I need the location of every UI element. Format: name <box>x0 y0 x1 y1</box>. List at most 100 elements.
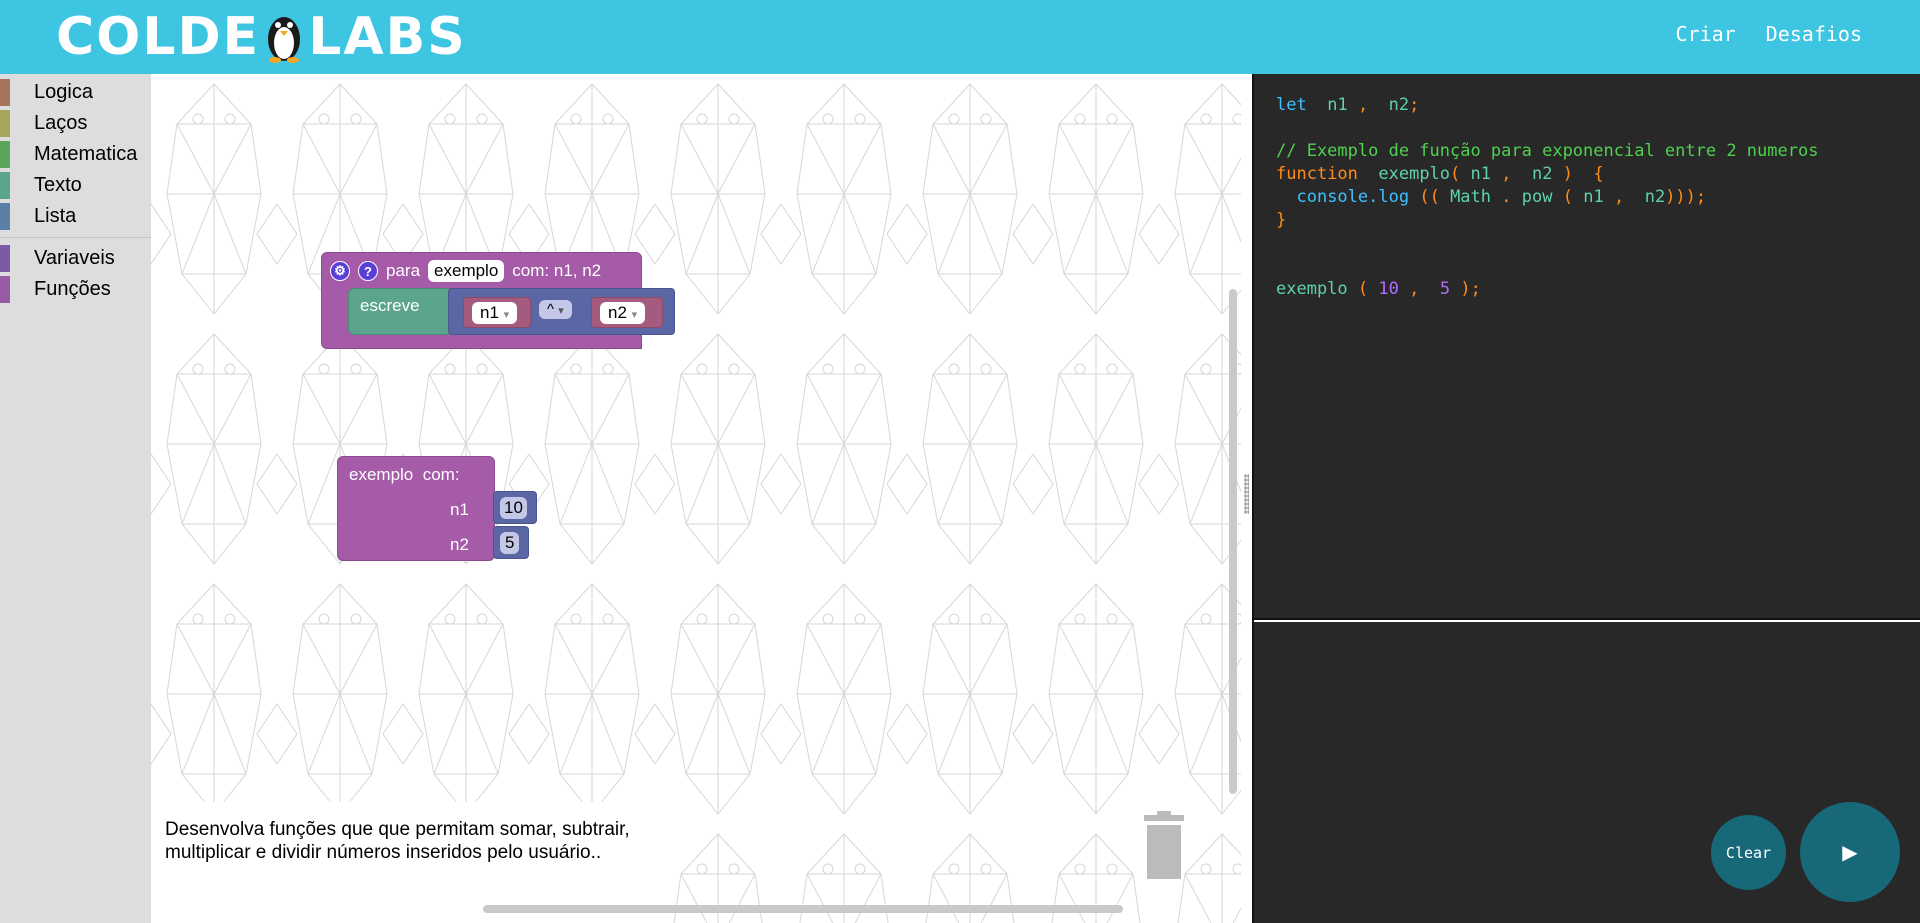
code-token: } <box>1276 210 1287 230</box>
code-token: exemplo <box>1276 279 1348 299</box>
code-token: n1 <box>1470 164 1492 184</box>
code-token: ); <box>1460 279 1481 299</box>
code-token: , <box>1501 164 1512 184</box>
code-token: , <box>1409 279 1420 299</box>
code-token: 10 <box>1378 279 1399 299</box>
category-texto[interactable]: Texto <box>0 170 151 201</box>
category-label: Variaveis <box>34 247 115 269</box>
print-block[interactable]: escreve <box>348 288 453 335</box>
code-token: exemplo <box>1378 164 1451 184</box>
function-definition-block[interactable]: ⚙ ? para exemplo com: n1, n2 escreve n1 … <box>321 252 675 349</box>
number-block-10[interactable]: 10 <box>493 491 537 524</box>
code-token: Math <box>1450 187 1492 207</box>
category-lista[interactable]: Lista <box>0 201 151 232</box>
clear-button[interactable]: Clear <box>1711 815 1786 890</box>
run-button[interactable]: ▶ <box>1800 802 1900 902</box>
var-n1-dropdown[interactable]: n1 ▾ <box>472 302 518 324</box>
print-label: escreve <box>360 296 420 315</box>
category-color <box>0 172 10 199</box>
code-token: n1 <box>1327 95 1348 115</box>
blockly-workspace[interactable]: ⚙ ? para exemplo com: n1, n2 escreve n1 … <box>151 74 1241 923</box>
category-label: Texto <box>34 174 82 196</box>
code-comment: // Exemplo de função para exponencial en… <box>1276 141 1819 161</box>
code-token: 5 <box>1439 279 1451 299</box>
category-matematica[interactable]: Matematica <box>0 139 151 170</box>
top-bar: COLDE LABS Criar Desafios <box>0 0 1920 74</box>
number-field-5[interactable]: 5 <box>500 532 520 554</box>
chevron-down-icon: ▾ <box>503 309 510 321</box>
operator-dropdown[interactable]: ^ ▾ <box>539 300 572 319</box>
code-token: console.log <box>1296 187 1410 207</box>
category-color <box>0 245 10 272</box>
grip-handle[interactable] <box>1244 474 1249 514</box>
code-token: let <box>1276 95 1307 115</box>
code-token: ; <box>1409 95 1420 115</box>
logo[interactable]: COLDE LABS <box>56 8 467 66</box>
call-title: exemplo com: <box>349 465 460 484</box>
code-token: , <box>1357 95 1369 115</box>
logo-text-right: LABS <box>308 7 467 67</box>
code-token: function <box>1276 164 1358 184</box>
help-icon[interactable]: ? <box>358 261 378 281</box>
category-color <box>0 276 10 303</box>
play-icon: ▶ <box>1842 841 1858 864</box>
function-name-field[interactable]: exemplo <box>428 260 505 282</box>
operator-label: ^ <box>547 301 555 318</box>
code-token: n1 <box>1583 187 1604 207</box>
code-token: (( <box>1419 187 1440 207</box>
gear-icon[interactable]: ⚙ <box>330 261 350 281</box>
arg-n2-label: n2 <box>450 535 469 554</box>
category-label: Matematica <box>34 143 138 165</box>
function-call-block[interactable]: exemplo com: n1 n2 <box>337 456 495 561</box>
code-editor[interactable]: let n1 , n2; // Exemplo de função para e… <box>1254 74 1920 618</box>
category-label: Lista <box>34 205 77 227</box>
var-n2-dropdown[interactable]: n2 ▾ <box>600 302 646 324</box>
code-token: ( <box>1450 164 1461 184</box>
vertical-scrollbar[interactable] <box>1229 289 1237 794</box>
number-field-10[interactable]: 10 <box>500 497 527 519</box>
code-token: ))); <box>1665 187 1707 207</box>
code-token: . <box>1501 187 1512 207</box>
horizontal-scrollbar[interactable] <box>483 905 1123 913</box>
panel-splitter[interactable] <box>1241 74 1252 923</box>
category-color <box>0 110 10 137</box>
chevron-down-icon: ▾ <box>631 309 638 321</box>
penguin-pattern-background <box>151 74 1241 923</box>
code-token: pow <box>1521 187 1553 207</box>
variable-block-n1[interactable]: n1 ▾ <box>463 297 531 328</box>
code-token: n2 <box>1388 95 1410 115</box>
category-lacos[interactable]: Laços <box>0 108 151 139</box>
function-params-label: com: n1, n2 <box>512 261 602 280</box>
category-label: Logica <box>34 81 93 103</box>
number-block-5[interactable]: 5 <box>493 526 529 559</box>
blockly-toolbox: Logica Laços Matematica Texto Lista Vari… <box>0 74 151 923</box>
category-color <box>0 141 10 168</box>
variable-block-n2[interactable]: n2 ▾ <box>591 297 663 328</box>
category-logica[interactable]: Logica <box>0 77 151 108</box>
arg-n1-label: n1 <box>450 500 469 519</box>
code-token: , <box>1613 187 1625 207</box>
nav-criar[interactable]: Criar <box>1675 22 1735 46</box>
code-token: ) <box>1562 164 1573 184</box>
main-nav: Criar Desafios <box>1675 22 1862 46</box>
category-label: Funções <box>34 278 111 300</box>
category-color <box>0 79 10 106</box>
category-funcoes[interactable]: Funções <box>0 274 151 305</box>
var-n2-label: n2 <box>608 303 627 322</box>
toolbox-separator <box>0 237 151 238</box>
code-token: n2 <box>1644 187 1666 207</box>
nav-desafios[interactable]: Desafios <box>1766 22 1862 46</box>
power-operation-block[interactable]: n1 ▾ ^ ▾ n2 ▾ <box>448 288 675 335</box>
para-label: para <box>386 261 421 280</box>
code-token: ( <box>1357 279 1369 299</box>
code-token: ( <box>1562 187 1573 207</box>
code-token: { <box>1593 164 1604 184</box>
var-n1-label: n1 <box>480 303 499 322</box>
code-token: n2 <box>1532 164 1553 184</box>
category-variaveis[interactable]: Variaveis <box>0 243 151 274</box>
penguin-logo-icon <box>268 17 301 63</box>
category-label: Laços <box>34 112 88 134</box>
trash-icon[interactable] <box>1141 811 1187 881</box>
category-color <box>0 203 10 230</box>
logo-text-left: COLDE <box>56 7 261 67</box>
